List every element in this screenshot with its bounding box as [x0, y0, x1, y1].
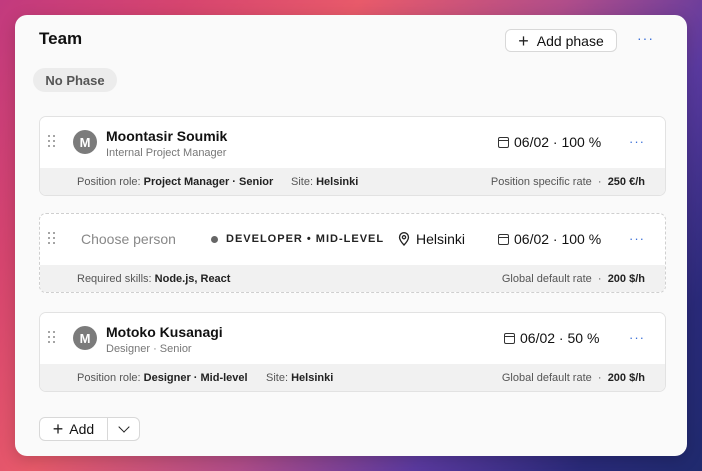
plus-icon: +	[52, 419, 64, 439]
add-phase-label: Add phase	[536, 32, 604, 49]
date-allocation-text: 06/02 · 50 %	[520, 330, 600, 346]
date-allocation[interactable]: 06/02 · 100 %	[498, 231, 601, 247]
row-more-icon[interactable]: ···	[629, 134, 645, 149]
rate: Global default rate · 200 $/h	[501, 273, 645, 285]
site: Site: Helsinki	[266, 372, 334, 384]
phase-pill[interactable]: No Phase	[33, 68, 117, 92]
drag-handle-icon[interactable]	[48, 232, 56, 246]
person-name[interactable]: Moontasir Soumik	[106, 128, 227, 144]
avatar: M	[73, 130, 97, 154]
person-subtitle: Internal Project Manager	[106, 147, 227, 159]
add-button[interactable]: + Add	[40, 418, 108, 440]
add-label: Add	[69, 421, 95, 437]
avatar: M	[73, 326, 97, 350]
date-allocation[interactable]: 06/02 · 100 %	[498, 134, 601, 150]
location[interactable]: Helsinki	[398, 231, 465, 247]
required-skills: Required skills: Node.js, React	[77, 273, 231, 285]
team-member-row: M Moontasir Soumik Internal Project Mana…	[39, 116, 666, 196]
map-pin-icon	[398, 232, 410, 246]
calendar-icon	[498, 136, 509, 148]
person-name[interactable]: Motoko Kusanagi	[106, 324, 223, 340]
calendar-icon	[498, 233, 509, 245]
add-phase-button[interactable]: + Add phase	[505, 29, 617, 52]
drag-handle-icon[interactable]	[48, 135, 56, 149]
drag-handle-icon[interactable]	[48, 331, 56, 345]
row-more-icon[interactable]: ···	[629, 330, 645, 345]
date-allocation[interactable]: 06/02 · 50 %	[504, 330, 599, 346]
position-role: Position role: Project Manager · Senior	[77, 176, 274, 188]
chevron-down-icon	[117, 421, 130, 433]
rate: Global default rate · 200 $/h	[501, 372, 645, 384]
position-role: Position role: Designer · Mid-level	[77, 372, 248, 384]
team-card: Team + Add phase ··· No Phase M Moontasi…	[15, 15, 687, 456]
add-split-button: + Add	[39, 417, 140, 441]
add-dropdown-toggle[interactable]	[108, 418, 139, 440]
more-options-icon[interactable]: ···	[637, 30, 654, 46]
date-allocation-text: 06/02 · 100 %	[514, 134, 602, 150]
calendar-icon	[504, 332, 515, 344]
row-more-icon[interactable]: ···	[629, 231, 645, 246]
role-dot	[211, 236, 218, 243]
site: Site: Helsinki	[291, 176, 359, 188]
rate: Position specific rate · 250 €/h	[490, 176, 645, 188]
plus-icon: +	[518, 30, 529, 51]
location-text: Helsinki	[416, 231, 466, 247]
card-title: Team	[39, 29, 83, 48]
role-tag[interactable]: DEVELOPER • MID-LEVEL	[226, 233, 384, 245]
choose-person-field[interactable]: Choose person	[81, 231, 176, 247]
date-allocation-text: 06/02 · 100 %	[514, 231, 602, 247]
person-subtitle: Designer · Senior	[106, 343, 192, 355]
open-position-row: Choose person DEVELOPER • MID-LEVEL Hels…	[39, 213, 666, 293]
team-member-row: M Motoko Kusanagi Designer · Senior 06/0…	[39, 312, 666, 392]
